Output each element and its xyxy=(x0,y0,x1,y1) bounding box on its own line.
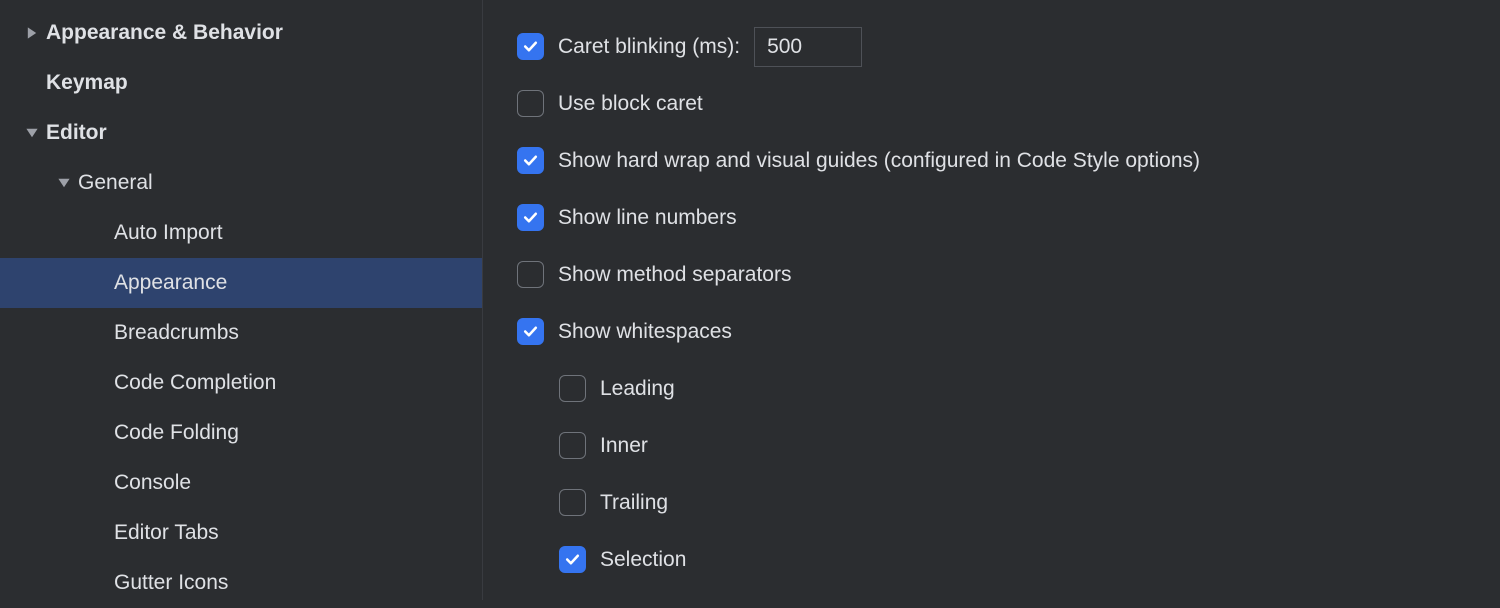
caret-blinking-input[interactable] xyxy=(754,27,862,67)
sidebar-item-breadcrumbs[interactable]: Breadcrumbs xyxy=(0,308,482,358)
sidebar-item-appearance[interactable]: Appearance xyxy=(0,258,482,308)
setting-caret-blinking: Caret blinking (ms): xyxy=(517,18,1500,75)
sidebar-item-label: Auto Import xyxy=(114,221,223,245)
setting-ws-inner: Inner xyxy=(517,417,1500,474)
show-hard-wrap-label: Show hard wrap and visual guides (config… xyxy=(558,149,1200,173)
chevron-down-icon xyxy=(18,126,46,140)
use-block-caret-label: Use block caret xyxy=(558,92,703,116)
ws-selection-checkbox[interactable] xyxy=(559,546,586,573)
caret-blinking-checkbox[interactable] xyxy=(517,33,544,60)
sidebar-item-editor[interactable]: Editor xyxy=(0,108,482,158)
use-block-caret-checkbox[interactable] xyxy=(517,90,544,117)
setting-ws-leading: Leading xyxy=(517,360,1500,417)
ws-trailing-checkbox[interactable] xyxy=(559,489,586,516)
setting-show-whitespaces: Show whitespaces xyxy=(517,303,1500,360)
setting-use-block-caret: Use block caret xyxy=(517,75,1500,132)
sidebar-item-label: Editor Tabs xyxy=(114,521,219,545)
sidebar-item-label: Keymap xyxy=(46,71,128,95)
show-whitespaces-label: Show whitespaces xyxy=(558,320,732,344)
chevron-down-icon xyxy=(50,176,78,190)
settings-sidebar: Appearance & Behavior Keymap Editor Gene… xyxy=(0,0,483,600)
sidebar-item-label: Appearance & Behavior xyxy=(46,21,283,45)
sidebar-item-label: Editor xyxy=(46,121,107,145)
show-method-separators-label: Show method separators xyxy=(558,263,791,287)
ws-leading-label: Leading xyxy=(600,377,675,401)
sidebar-item-label: Breadcrumbs xyxy=(114,321,239,345)
ws-selection-label: Selection xyxy=(600,548,686,572)
sidebar-item-appearance-behavior[interactable]: Appearance & Behavior xyxy=(0,8,482,58)
ws-inner-label: Inner xyxy=(600,434,648,458)
sidebar-item-code-folding[interactable]: Code Folding xyxy=(0,408,482,458)
sidebar-item-editor-tabs[interactable]: Editor Tabs xyxy=(0,508,482,558)
sidebar-item-label: Gutter Icons xyxy=(114,571,228,595)
show-method-separators-checkbox[interactable] xyxy=(517,261,544,288)
sidebar-item-general[interactable]: General xyxy=(0,158,482,208)
sidebar-item-console[interactable]: Console xyxy=(0,458,482,508)
show-hard-wrap-checkbox[interactable] xyxy=(517,147,544,174)
sidebar-item-code-completion[interactable]: Code Completion xyxy=(0,358,482,408)
ws-leading-checkbox[interactable] xyxy=(559,375,586,402)
ws-inner-checkbox[interactable] xyxy=(559,432,586,459)
sidebar-item-auto-import[interactable]: Auto Import xyxy=(0,208,482,258)
setting-show-line-numbers: Show line numbers xyxy=(517,189,1500,246)
ws-trailing-label: Trailing xyxy=(600,491,668,515)
show-whitespaces-checkbox[interactable] xyxy=(517,318,544,345)
setting-show-method-separators: Show method separators xyxy=(517,246,1500,303)
sidebar-item-label: Code Folding xyxy=(114,421,239,445)
chevron-right-icon xyxy=(18,26,46,40)
settings-content: Caret blinking (ms): Use block caret Sho… xyxy=(483,0,1500,600)
sidebar-item-label: General xyxy=(78,171,153,195)
sidebar-item-label: Appearance xyxy=(114,271,227,295)
setting-ws-trailing: Trailing xyxy=(517,474,1500,531)
show-line-numbers-label: Show line numbers xyxy=(558,206,737,230)
show-line-numbers-checkbox[interactable] xyxy=(517,204,544,231)
sidebar-item-label: Console xyxy=(114,471,191,495)
setting-show-hard-wrap: Show hard wrap and visual guides (config… xyxy=(517,132,1500,189)
setting-ws-selection: Selection xyxy=(517,531,1500,588)
caret-blinking-label: Caret blinking (ms): xyxy=(558,35,740,59)
sidebar-item-gutter-icons[interactable]: Gutter Icons xyxy=(0,558,482,608)
sidebar-item-keymap[interactable]: Keymap xyxy=(0,58,482,108)
sidebar-item-label: Code Completion xyxy=(114,371,276,395)
